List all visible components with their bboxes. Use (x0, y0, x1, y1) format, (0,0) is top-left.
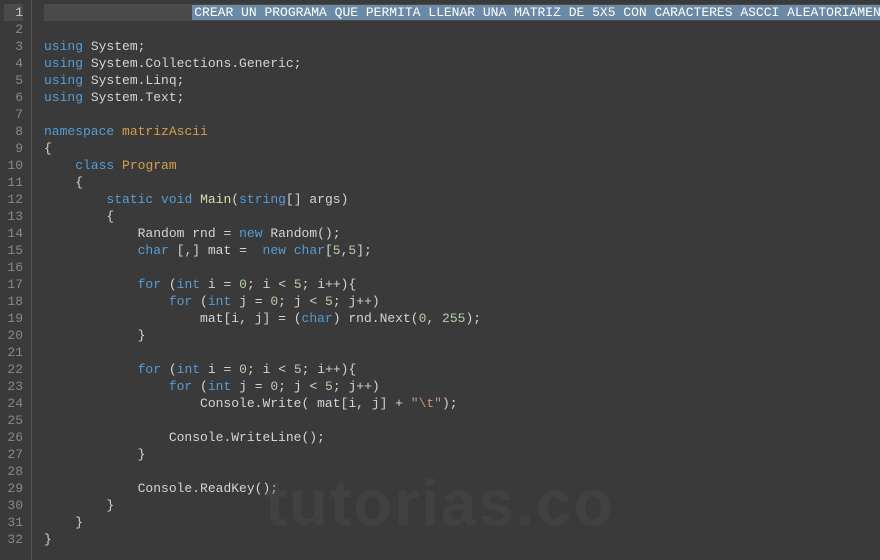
code-line: using System.Collections.Generic; (44, 55, 880, 72)
code-line: Console.Write( mat[i, j] + "\t"); (44, 395, 880, 412)
code-line (44, 344, 880, 361)
code-line: for (int j = 0; j < 5; j++) (44, 378, 880, 395)
code-line: CREAR UN PROGRAMA QUE PERMITA LLENAR UNA… (44, 4, 880, 21)
code-line: using System.Linq; (44, 72, 880, 89)
code-line: } (44, 446, 880, 463)
code-line: } (44, 497, 880, 514)
code-area[interactable]: CREAR UN PROGRAMA QUE PERMITA LLENAR UNA… (32, 0, 880, 560)
code-line: { (44, 208, 880, 225)
code-line (44, 463, 880, 480)
code-line (44, 412, 880, 429)
code-line: class Program (44, 157, 880, 174)
code-line (44, 106, 880, 123)
code-line: { (44, 140, 880, 157)
code-line: } (44, 514, 880, 531)
code-line: using System; (44, 38, 880, 55)
code-editor[interactable]: 1234567891011121314151617181920212223242… (0, 0, 880, 560)
code-line (44, 21, 880, 38)
selected-comment: CREAR UN PROGRAMA QUE PERMITA LLENAR UNA… (192, 5, 880, 20)
code-line: using System.Text; (44, 89, 880, 106)
code-line: namespace matrizAscii (44, 123, 880, 140)
code-line: Random rnd = new Random(); (44, 225, 880, 242)
code-line: static void Main(string[] args) (44, 191, 880, 208)
code-line (44, 259, 880, 276)
code-line: Console.ReadKey(); (44, 480, 880, 497)
line-number-gutter: 1234567891011121314151617181920212223242… (0, 0, 32, 560)
code-line: for (int i = 0; i < 5; i++){ (44, 361, 880, 378)
code-line: char [,] mat = new char[5,5]; (44, 242, 880, 259)
code-line: } (44, 327, 880, 344)
code-line: for (int j = 0; j < 5; j++) (44, 293, 880, 310)
code-line: } (44, 531, 880, 548)
code-line: Console.WriteLine(); (44, 429, 880, 446)
code-line: mat[i, j] = (char) rnd.Next(0, 255); (44, 310, 880, 327)
code-line: { (44, 174, 880, 191)
code-line: for (int i = 0; i < 5; i++){ (44, 276, 880, 293)
